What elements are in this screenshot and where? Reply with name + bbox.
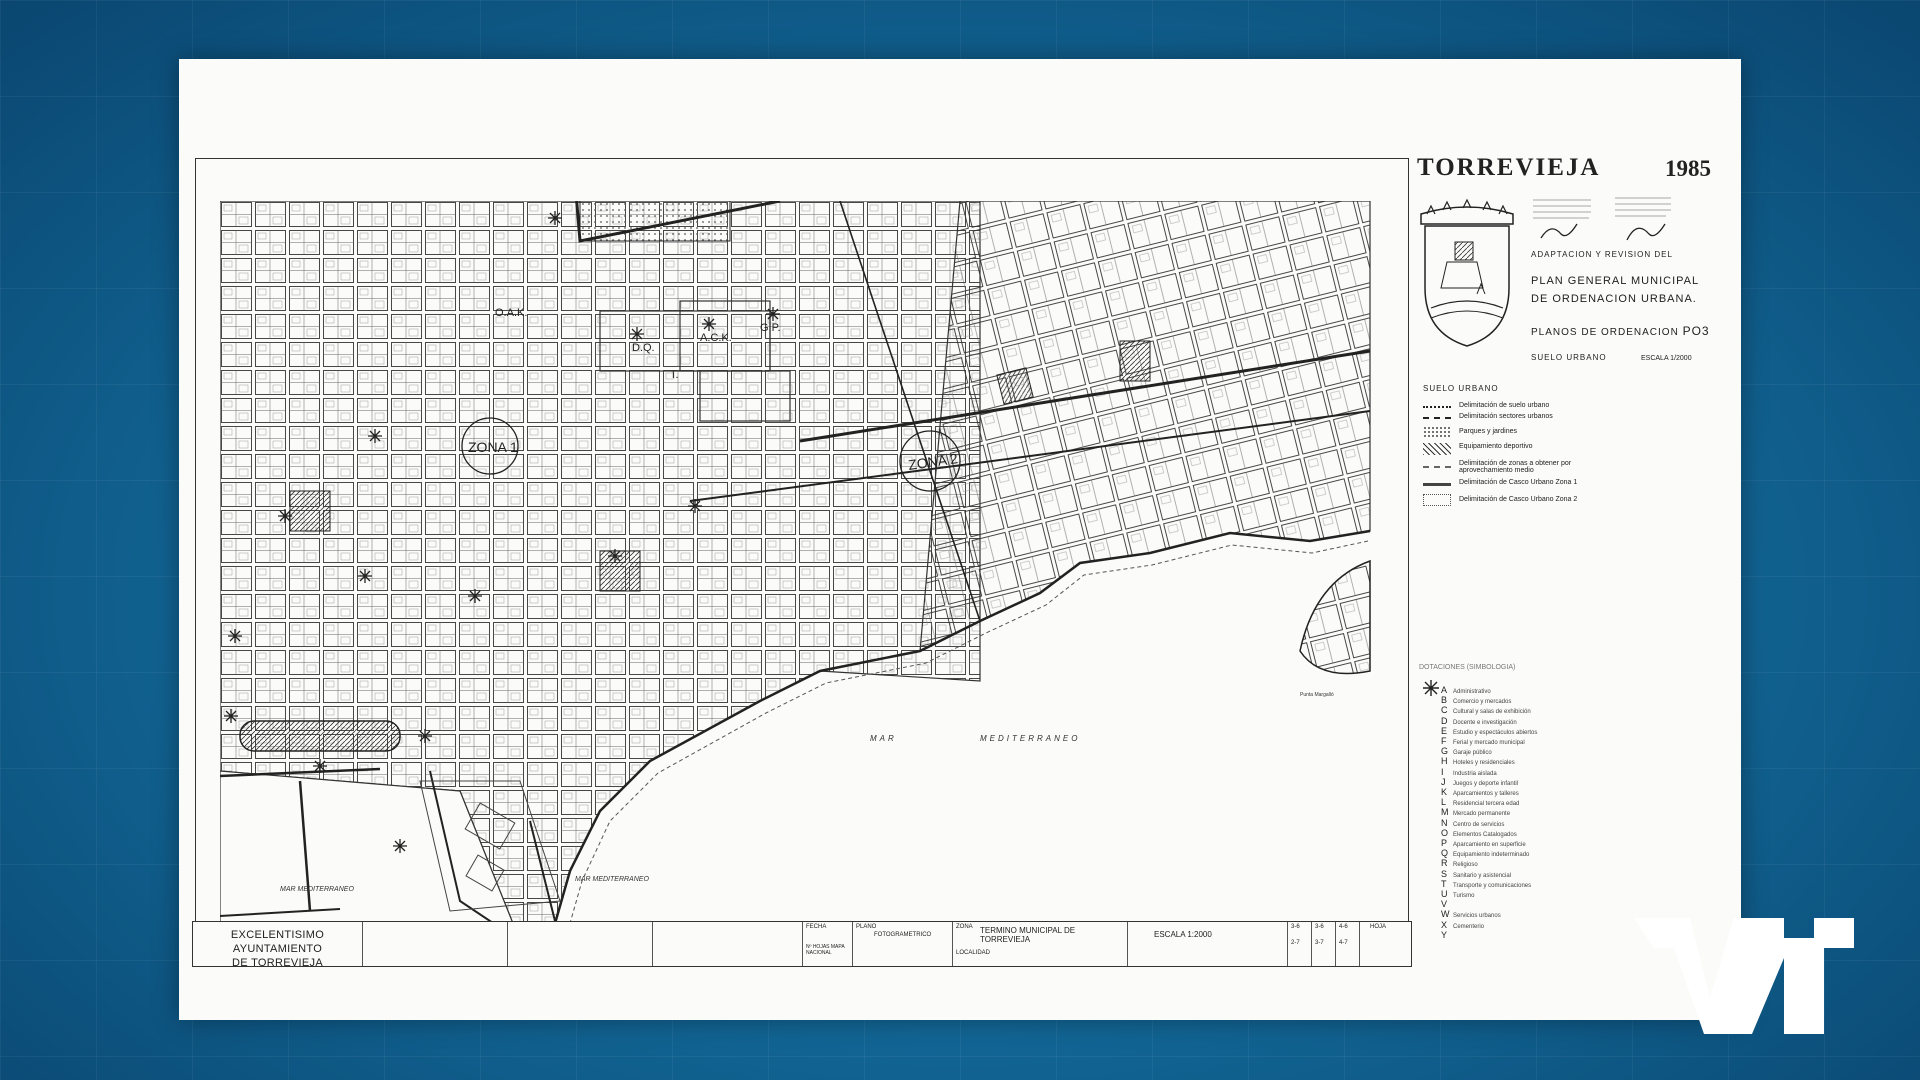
dotacion-row: G Garaje público xyxy=(1441,741,1601,756)
map-title: TORREVIEJA xyxy=(1417,154,1601,181)
swatch-sectores xyxy=(1423,417,1451,419)
map-legend: TORREVIEJA 1985 ADAPTACION Y REVISION DE… xyxy=(1417,154,1717,954)
place-label-ack: A.C.K. xyxy=(700,332,732,344)
map-year: 1985 xyxy=(1665,156,1711,181)
hoja-cell: HOJA xyxy=(1370,924,1387,930)
dotacion-row: W Servicios urbanos xyxy=(1441,904,1601,919)
map-frame: ZONA 1 ZONA 2 D.Q. A.C.K. G.P. T. O.A.K. xyxy=(195,158,1409,960)
dotacion-row: A Administrativo xyxy=(1441,680,1601,695)
dotacion-row: D Docente e investigación xyxy=(1441,711,1601,726)
legend-item-3: Equipamiento deportivo xyxy=(1459,443,1533,450)
sheet-cell-1: 3-6 2-7 xyxy=(1288,922,1312,966)
signature-1 xyxy=(1540,223,1578,239)
punta-label: Punta Margalló xyxy=(1300,692,1334,698)
dotacion-row: N Centro de servicios xyxy=(1441,813,1601,828)
swatch-suelo-urbano xyxy=(1423,406,1451,408)
planos-label: PLANOS DE ORDENACION PO3 xyxy=(1531,324,1710,338)
swatch-zona-1 xyxy=(1423,483,1451,486)
dotacion-row: I Industria aislada xyxy=(1441,762,1601,777)
sheet-cell-2: 3-6 3-7 xyxy=(1312,922,1336,966)
dotacion-letter: Y xyxy=(1441,929,1448,940)
legend-item-0: Delimitación de suelo urbano xyxy=(1459,402,1550,409)
legend-item-2: Parques y jardines xyxy=(1459,428,1517,435)
dotacion-row: P Aparcamiento en superficie xyxy=(1441,833,1601,848)
legend-item-6: Delimitación de Casco Urbano Zona 2 xyxy=(1459,496,1578,503)
title-block: EXCELENTISIMO AYUNTAMIENTO DE TORREVIEJA… xyxy=(192,921,1412,969)
council-cell: EXCELENTISIMO AYUNTAMIENTO DE TORREVIEJA xyxy=(193,922,363,969)
place-label-t: T. xyxy=(670,369,679,381)
dotacion-row: V xyxy=(1441,894,1601,909)
dotacion-row: L Residencial tercera edad xyxy=(1441,792,1601,807)
dotacion-row: C Cultural y salas de exhibición xyxy=(1441,700,1601,715)
council-line-1: EXCELENTISIMO AYUNTAMIENTO xyxy=(230,929,325,955)
dotacion-row: Y xyxy=(1441,925,1601,940)
council-line-2: DE TORREVIEJA xyxy=(232,957,323,969)
dotaciones-header: DOTACIONES (SIMBOLOGIA) xyxy=(1419,664,1516,671)
dotacion-row: S Sanitario y asistencial xyxy=(1441,864,1601,879)
place-label-oak: O.A.K. xyxy=(495,307,527,319)
sea-label-mar: MAR xyxy=(870,734,897,743)
sea-label-west: MAR MEDITERRANEO xyxy=(280,886,354,893)
suelo-urbano-label: SUELO URBANO xyxy=(1531,353,1607,362)
dotacion-row: X Cementerio xyxy=(1441,915,1601,930)
legend-item-4: Delimitación de zonas a obtener por apro… xyxy=(1459,460,1572,474)
place-label-gp: G.P. xyxy=(760,322,781,334)
tvt-logo xyxy=(1634,918,1854,1034)
signature-2 xyxy=(1626,223,1666,241)
dotacion-row: O Elementos Catalogados xyxy=(1441,823,1601,838)
dotacion-row: J Juegos y deporte infantil xyxy=(1441,772,1601,787)
dotacion-row: R Religioso xyxy=(1441,853,1601,868)
swatch-deportivo xyxy=(1423,443,1451,455)
dotacion-row: F Ferial y mercado municipal xyxy=(1441,731,1601,746)
torrevieja-crest xyxy=(1420,198,1514,347)
escala-small-label: ESCALA 1/2000 xyxy=(1641,355,1692,362)
dotacion-row: H Hoteles y residenciales xyxy=(1441,751,1601,766)
dotacion-row: M Mercado permanente xyxy=(1441,802,1601,817)
dotacion-row: U Turismo xyxy=(1441,884,1601,899)
city-map: ZONA 1 ZONA 2 D.Q. A.C.K. G.P. T. O.A.K. xyxy=(220,201,1371,941)
sheet-cell-3: 4-6 4-7 xyxy=(1336,922,1360,966)
escala-cell: ESCALA 1:2000 xyxy=(1128,922,1288,966)
dotacion-row: E Estudio y espectáculos abiertos xyxy=(1441,721,1601,736)
zona-cell: ZONA TERMINO MUNICIPAL DE TORREVIEJA LOC… xyxy=(953,922,1128,966)
place-label-dq: D.Q. xyxy=(632,342,655,354)
dotacion-row: T Transporte y comunicaciones xyxy=(1441,874,1601,889)
plan-line-2: DE ORDENACION URBANA. xyxy=(1531,293,1697,305)
zone-1-label: ZONA 1 xyxy=(468,439,518,455)
map-document: ZONA 1 ZONA 2 D.Q. A.C.K. G.P. T. O.A.K. xyxy=(179,59,1741,1020)
swatch-zona-2 xyxy=(1423,494,1451,506)
approval-stamps xyxy=(1533,197,1671,241)
asterisk-icon xyxy=(1423,680,1439,696)
dotacion-row: K Aparcamientos y talleres xyxy=(1441,782,1601,797)
swatch-zonas xyxy=(1423,466,1451,468)
legend-item-1: Delimitación sectores urbanos xyxy=(1459,413,1553,420)
plano-cell: PLANO FOTOGRAMETRICO xyxy=(853,922,953,966)
sea-label-mediterraneo: MEDITERRANEO xyxy=(980,734,1080,743)
sea-label-south: MAR MEDITERRANEO xyxy=(575,876,649,883)
swatch-parques xyxy=(1423,426,1451,438)
adaptacion-text: ADAPTACION Y REVISION DEL xyxy=(1531,250,1673,259)
legend-header: SUELO URBANO xyxy=(1423,384,1499,393)
legend-item-5: Delimitación de Casco Urbano Zona 1 xyxy=(1459,479,1578,486)
dotacion-row: Q Equipamiento indeterminado xyxy=(1441,843,1601,858)
fecha-cell: FECHA Nº HOJAS MAPA NACIONAL xyxy=(803,922,853,966)
dotacion-row: B Comercio y mercados xyxy=(1441,690,1601,705)
plan-line-1: PLAN GENERAL MUNICIPAL xyxy=(1531,275,1700,287)
